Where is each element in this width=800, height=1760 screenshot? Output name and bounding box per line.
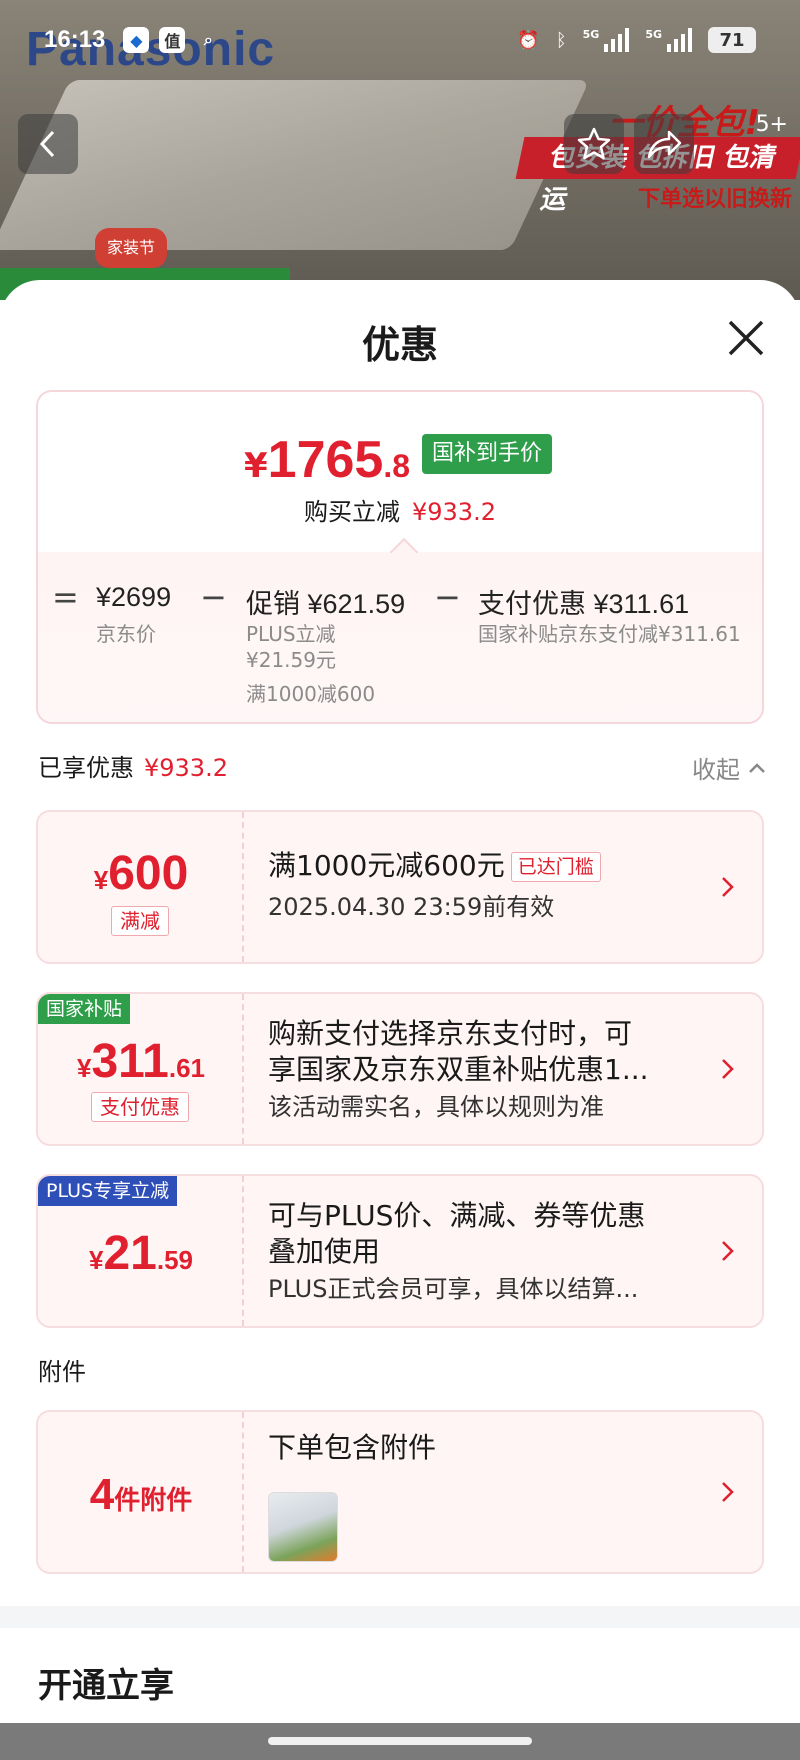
attachments-title: 下单包含附件 bbox=[268, 1431, 437, 1464]
battery-icon: 71 bbox=[708, 27, 756, 53]
chevron-right-icon bbox=[722, 1059, 734, 1079]
plus-discount-value: ¥21.59元 bbox=[246, 648, 336, 672]
buy-save-value: ¥933.2 bbox=[412, 498, 496, 526]
promo-validity: 2025.04.30 23:59前有效 bbox=[268, 893, 555, 921]
signal-icon: 5G bbox=[645, 28, 692, 52]
promo-banner-subtitle: 下单选以旧换新 bbox=[637, 187, 792, 212]
search-icon: ⌕ bbox=[203, 30, 213, 49]
plus-exclusive-tag: PLUS专享立减 bbox=[38, 1176, 178, 1206]
enjoyed-discount-header: 已享优惠 ¥933.2 bbox=[38, 754, 228, 782]
promo-amount: ¥311.61 bbox=[76, 1035, 206, 1088]
promo-type-chip: 支付优惠 bbox=[91, 1092, 189, 1122]
signal-icon: 5G bbox=[583, 28, 630, 52]
promo-description: 该活动需实名，具体以规则为准 bbox=[268, 1093, 604, 1121]
promo-title-line2: 享国家及京东双重补贴优惠1... bbox=[268, 1053, 649, 1086]
app-notification-icon: ◆ bbox=[123, 27, 150, 53]
promo-card-full-reduction[interactable]: ¥600 满减 满1000元减600元 已达门槛 2025.04.30 23:59… bbox=[36, 810, 764, 964]
jd-price-label: 京东价 bbox=[96, 622, 156, 646]
worth-buying-icon: 值 bbox=[159, 27, 186, 53]
collapse-button[interactable]: 收起 bbox=[692, 750, 766, 785]
home-indicator-bar bbox=[0, 1723, 800, 1760]
star-icon bbox=[577, 127, 611, 160]
gov-subsidy-price-tag: 国补到手价 bbox=[422, 434, 553, 474]
equals-sign: = bbox=[52, 578, 79, 616]
promo-card-plus[interactable]: PLUS专享立减 ¥21.59 可与PLUS价、满减、券等优惠 叠加使用 PLU… bbox=[36, 1174, 764, 1328]
promo-title-line1: 可与PLUS价、满减、券等优惠 bbox=[268, 1199, 646, 1232]
share-icon bbox=[647, 130, 682, 159]
promo-description: PLUS正式会员可享，具体以结算... bbox=[268, 1275, 639, 1303]
price-summary-card: ¥ 1765 .8 国补到手价 购买立减 ¥933.2 = ¥2699 京东价 −… bbox=[36, 390, 764, 724]
share-button[interactable] bbox=[634, 114, 694, 174]
bluetooth-icon: ᛒ bbox=[555, 29, 567, 51]
close-icon[interactable] bbox=[726, 318, 766, 358]
network-type-label: 5G bbox=[582, 28, 600, 41]
payment-discount: 支付优惠 ¥311.61 bbox=[478, 589, 690, 619]
favorite-button[interactable] bbox=[564, 114, 624, 174]
discount-sheet: 优惠 ¥ 1765 .8 国补到手价 购买立减 ¥933.2 = ¥2699 京东… bbox=[0, 280, 800, 1760]
minus-sign: − bbox=[200, 578, 227, 616]
payment-discount-detail: 国家补贴京东支付减¥311.61 bbox=[478, 622, 741, 646]
cart-count-badge: 5+ bbox=[755, 112, 788, 137]
gov-subsidy-tag: 国家补贴 bbox=[38, 994, 131, 1024]
chevron-left-icon bbox=[39, 130, 55, 158]
minus-sign: − bbox=[434, 578, 461, 616]
festival-badge: 家装节 bbox=[95, 228, 168, 268]
final-price: ¥ 1765 .8 bbox=[244, 431, 411, 489]
promo-title-line2: 叠加使用 bbox=[268, 1235, 381, 1268]
back-button[interactable] bbox=[18, 114, 78, 174]
chevron-right-icon bbox=[722, 1482, 734, 1502]
chevron-right-icon bbox=[722, 1241, 734, 1261]
promo-discount: 促销 ¥621.59 bbox=[246, 589, 406, 619]
status-bar: 16:13 ◆ 值 ⌕ ⏰ ᛒ 5G 5G 71 bbox=[0, 0, 800, 80]
chevron-up-icon bbox=[749, 762, 765, 773]
plus-discount-label: PLUS立减 bbox=[246, 622, 336, 646]
full-reduction-label: 满1000减600 bbox=[246, 682, 376, 706]
promo-title-line1: 购新支付选择京东支付时，可 bbox=[268, 1017, 633, 1050]
threshold-reached-badge: 已达门槛 bbox=[510, 852, 601, 882]
network-type-label: 5G bbox=[645, 28, 662, 41]
promo-title: 满1000元减600元 bbox=[268, 849, 505, 882]
promo-amount: ¥21.59 bbox=[88, 1227, 193, 1280]
sheet-title: 优惠 bbox=[361, 323, 438, 367]
promo-type-chip: 满减 bbox=[111, 906, 169, 936]
attachment-count: 4件附件 bbox=[89, 1470, 193, 1519]
status-time: 16:13 bbox=[44, 26, 106, 53]
ceiling-lamp-image bbox=[0, 80, 590, 250]
attachments-card[interactable]: 4件附件 下单包含附件 bbox=[36, 1410, 764, 1574]
home-indicator[interactable] bbox=[268, 1737, 532, 1745]
promo-amount: ¥600 bbox=[93, 847, 189, 900]
promo-card-gov-subsidy[interactable]: 国家补贴 ¥311.61 支付优惠 购新支付选择京东支付时，可 享国家及京东双重… bbox=[36, 992, 764, 1146]
attachments-header: 附件 bbox=[38, 1358, 86, 1386]
chevron-right-icon bbox=[722, 877, 734, 897]
alarm-icon: ⏰ bbox=[517, 29, 540, 51]
open-now-title: 开通立享 bbox=[38, 1666, 174, 1706]
enjoyed-discount-value: ¥933.2 bbox=[144, 754, 228, 782]
attachment-thumbnail[interactable] bbox=[268, 1492, 338, 1562]
buy-save-line: 购买立减 ¥933.2 bbox=[304, 498, 496, 526]
jd-price: ¥2699 bbox=[96, 582, 172, 612]
